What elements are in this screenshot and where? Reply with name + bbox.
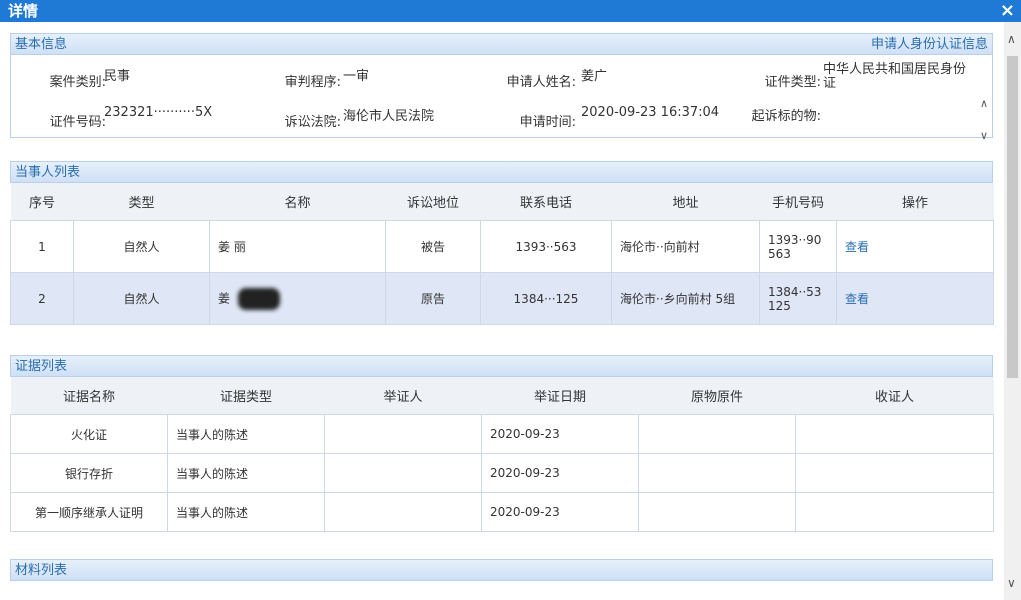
- evidence-type: 当事人的陈述: [167, 453, 325, 493]
- basic-info-panel: 案件类别: 民事 审判程序: 一审 申请人姓名: 姜广 证件类型: 中华人民共和…: [10, 54, 993, 142]
- table-row[interactable]: 火化证 当事人的陈述 2020-09-23: [10, 414, 994, 454]
- procedure-value: 一审: [343, 69, 370, 84]
- evidence-provider: [324, 453, 482, 493]
- procedure-label: 审判程序:: [284, 75, 341, 90]
- party-phone: 1393··563: [480, 220, 612, 273]
- evidence-name: 银行存折: [10, 453, 168, 493]
- party-no: 2: [10, 272, 74, 325]
- chevron-up-icon[interactable]: ∧: [980, 97, 988, 110]
- evidence-provider: [324, 414, 482, 454]
- party-role: 原告: [385, 272, 481, 325]
- evidence-name: 第一顺序继承人证明: [10, 492, 168, 532]
- evidence-type: 当事人的陈述: [167, 414, 325, 454]
- evidence-original: [638, 414, 796, 454]
- court-value: 海伦市人民法院: [343, 109, 435, 124]
- applicant-label: 申请人姓名:: [506, 75, 576, 90]
- column-header: 联系电话: [480, 183, 612, 221]
- apply-time-value: 2020-09-23 16:37:04: [581, 105, 720, 120]
- table-row[interactable]: 1 自然人 姜 丽 被告 1393··563 海伦市··向前村 1393··90…: [10, 220, 994, 273]
- party-address: 海伦市··乡向前村 5组: [611, 272, 760, 325]
- evidence-date: 2020-09-23: [481, 414, 639, 454]
- evidence-date: 2020-09-23: [481, 492, 639, 532]
- id-number-label: 证件号码:: [49, 115, 106, 130]
- case-type-label: 案件类别:: [49, 75, 106, 90]
- party-type: 自然人: [73, 220, 210, 273]
- chevron-down-icon[interactable]: ∨: [980, 129, 988, 142]
- column-header: 手机号码: [759, 183, 837, 221]
- evidence-original: [638, 492, 796, 532]
- column-header: 举证人: [324, 377, 482, 415]
- column-header: 举证日期: [481, 377, 639, 415]
- dialog-title: 详情: [8, 2, 39, 20]
- parties-title: 当事人列表: [15, 165, 81, 180]
- table-row[interactable]: 银行存折 当事人的陈述 2020-09-23: [10, 453, 994, 493]
- column-header: 名称: [209, 183, 386, 221]
- party-role: 被告: [385, 220, 481, 273]
- column-header: 类型: [73, 183, 210, 221]
- party-mobile: 1393··90 563: [759, 220, 837, 273]
- case-type-value: 民事: [104, 69, 131, 84]
- evidence-type: 当事人的陈述: [167, 492, 325, 532]
- evidence-table: 证据名称 证据类型 举证人 举证日期 原物原件 收证人 火化证 当事人的陈述 2…: [10, 377, 994, 532]
- parties-header: 当事人列表: [10, 161, 993, 183]
- evidence-header: 证据列表: [10, 355, 993, 377]
- dialog-title-bar: 详情 ×: [0, 0, 1021, 22]
- party-phone: 1384···125: [480, 272, 612, 325]
- party-name: 姜 丽: [209, 220, 386, 273]
- id-type-value: 中华人民共和国居民身份证: [823, 62, 967, 91]
- column-header: 诉讼地位: [385, 183, 481, 221]
- party-name: 姜: [209, 272, 386, 325]
- evidence-receiver: [795, 453, 994, 493]
- redaction-mark: [237, 287, 280, 310]
- column-header: 收证人: [795, 377, 994, 415]
- materials-header: 材料列表: [10, 559, 993, 581]
- chevron-up-icon[interactable]: ∧: [1007, 32, 1016, 46]
- vertical-scrollbar[interactable]: ∧ ∨: [1004, 22, 1021, 600]
- evidence-receiver: [795, 414, 994, 454]
- id-type-label: 证件类型:: [764, 75, 821, 90]
- evidence-name: 火化证: [10, 414, 168, 454]
- dialog-content[interactable]: 基本信息 申请人身份认证信息 案件类别: 民事 审判程序: 一审 申请人姓名: …: [0, 22, 1004, 600]
- materials-title: 材料列表: [15, 563, 68, 578]
- scrollbar-thumb[interactable]: [1007, 56, 1018, 378]
- evidence-original: [638, 453, 796, 493]
- view-party-link[interactable]: 查看: [845, 240, 869, 254]
- evidence-provider: [324, 492, 482, 532]
- party-mobile: 1384··53 125: [759, 272, 837, 325]
- id-verification-link[interactable]: 申请人身份认证信息: [871, 34, 988, 56]
- column-header: 原物原件: [638, 377, 796, 415]
- apply-time-label: 申请时间:: [519, 115, 576, 130]
- court-label: 诉讼法院:: [284, 115, 341, 130]
- party-type: 自然人: [73, 272, 210, 325]
- party-no: 1: [10, 220, 74, 273]
- basic-info-title: 基本信息: [15, 37, 68, 52]
- column-header: 证据类型: [167, 377, 325, 415]
- view-party-link[interactable]: 查看: [845, 292, 869, 306]
- applicant-value: 姜广: [581, 69, 608, 84]
- table-header-row: 证据名称 证据类型 举证人 举证日期 原物原件 收证人: [10, 377, 994, 415]
- evidence-date: 2020-09-23: [481, 453, 639, 493]
- parties-table: 序号 类型 名称 诉讼地位 联系电话 地址 手机号码 操作 1 自然人 姜 丽 …: [10, 183, 994, 325]
- basic-info-header: 基本信息 申请人身份认证信息: [10, 33, 993, 55]
- column-header: 操作: [836, 183, 994, 221]
- table-row[interactable]: 2 自然人 姜 原告 1384···125 海伦市··乡向前村 5组 1384·…: [10, 272, 994, 325]
- evidence-title: 证据列表: [15, 359, 68, 374]
- party-address: 海伦市··向前村: [611, 220, 760, 273]
- evidence-receiver: [795, 492, 994, 532]
- claim-subject-label: 起诉标的物:: [751, 109, 821, 124]
- chevron-down-icon[interactable]: ∨: [1007, 576, 1016, 590]
- id-number-value: 232321··········5X: [104, 105, 213, 120]
- close-icon[interactable]: ×: [1000, 0, 1015, 22]
- table-row[interactable]: 第一顺序继承人证明 当事人的陈述 2020-09-23: [10, 492, 994, 532]
- column-header: 地址: [611, 183, 760, 221]
- table-header-row: 序号 类型 名称 诉讼地位 联系电话 地址 手机号码 操作: [10, 183, 994, 221]
- column-header: 证据名称: [10, 377, 168, 415]
- column-header: 序号: [10, 183, 74, 221]
